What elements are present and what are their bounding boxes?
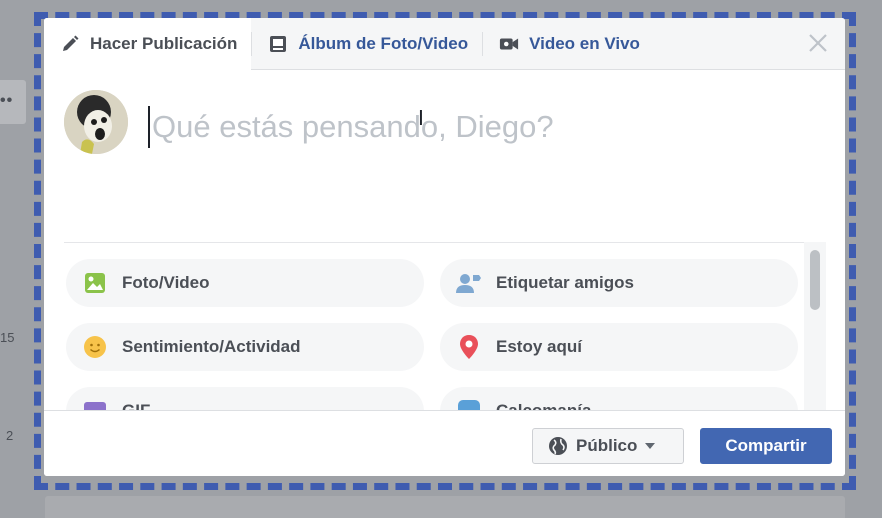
option-photo-video[interactable]: Foto/Video	[66, 259, 424, 307]
scrollbar-thumb[interactable]	[810, 250, 820, 310]
avatar[interactable]	[64, 90, 128, 154]
tab-label: Álbum de Foto/Video	[298, 33, 469, 53]
option-label: Etiquetar amigos	[496, 273, 634, 292]
pencil-icon	[60, 34, 80, 54]
options-scrollbar[interactable]	[804, 242, 826, 410]
composer-tabs: Hacer Publicación Álbum de Foto/Video Vi…	[44, 18, 845, 72]
audience-selector[interactable]: Público	[532, 428, 684, 464]
background-count: 15	[0, 330, 15, 345]
option-sticker[interactable]: Calcomanía	[440, 387, 798, 410]
option-label: Estoy aquí	[496, 337, 582, 356]
audience-label: Público	[576, 436, 638, 455]
option-feeling-activity[interactable]: Sentimiento/Actividad	[66, 323, 424, 371]
sticker-icon	[456, 398, 482, 410]
photo-album-icon	[268, 34, 288, 54]
video-camera-icon	[499, 34, 519, 54]
composer-options: Foto/Video Etiquetar amigos Sentimiento/…	[64, 242, 826, 410]
globe-icon	[548, 436, 568, 456]
tag-friends-icon	[456, 270, 482, 296]
tab-pointer	[162, 62, 180, 72]
tab-label: Hacer Publicación	[90, 34, 238, 53]
tab-make-post[interactable]: Hacer Publicación	[44, 18, 252, 72]
post-text-input[interactable]	[148, 106, 788, 148]
post-composer-dialog: Hacer Publicación Álbum de Foto/Video Vi…	[44, 18, 845, 476]
composer-footer: Público Compartir	[44, 410, 845, 476]
option-gif[interactable]: GIF	[66, 387, 424, 410]
background-card	[45, 496, 845, 518]
tab-label: Video en Vivo	[529, 33, 640, 53]
more-options-icon: ••	[0, 92, 14, 109]
tab-album[interactable]: Álbum de Foto/Video	[252, 18, 482, 70]
option-label: Calcomanía	[496, 401, 591, 410]
location-pin-icon	[456, 334, 482, 360]
share-button[interactable]: Compartir	[700, 428, 832, 464]
smiley-icon	[82, 334, 108, 360]
photo-icon	[82, 270, 108, 296]
chevron-down-icon	[645, 443, 656, 449]
option-check-in[interactable]: Estoy aquí	[440, 323, 798, 371]
option-label: Foto/Video	[122, 273, 210, 292]
text-cursor-icon: I	[418, 106, 424, 130]
tab-live-video[interactable]: Video en Vivo	[483, 18, 654, 70]
option-label: GIF	[122, 401, 150, 410]
option-tag-friends[interactable]: Etiquetar amigos	[440, 259, 798, 307]
option-label: Sentimiento/Actividad	[122, 337, 301, 356]
close-icon[interactable]	[807, 32, 829, 54]
background-count: 2	[6, 428, 14, 443]
gif-icon	[82, 398, 108, 410]
